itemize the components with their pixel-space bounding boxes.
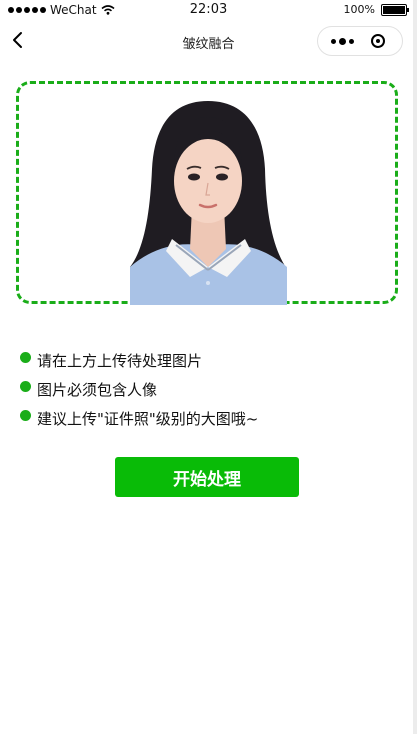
tips-list: 请在上方上传待处理图片 图片必须包含人像 建议上传"证件照"级别的大图哦~ — [20, 346, 258, 433]
start-processing-button[interactable]: 开始处理 — [115, 457, 299, 497]
image-upload-area[interactable] — [16, 81, 398, 305]
menu-capsule — [317, 26, 403, 56]
tip-text: 建议上传"证件照"级别的大图哦~ — [37, 410, 259, 428]
bullet-dot-icon — [20, 352, 31, 363]
more-icon[interactable] — [326, 26, 358, 56]
battery-percent: 100% — [343, 3, 375, 16]
tip-item: 建议上传"证件照"级别的大图哦~ — [20, 404, 258, 433]
nav-bar: 皱纹融合 — [0, 22, 417, 62]
tip-item: 请在上方上传待处理图片 — [20, 346, 258, 375]
tip-item: 图片必须包含人像 — [20, 375, 258, 404]
battery-icon — [381, 3, 409, 16]
close-miniprogram-icon[interactable] — [362, 26, 394, 56]
status-bar: WeChat 22:03 100% — [0, 0, 417, 20]
battery-status: 100% — [343, 3, 409, 16]
scrollbar[interactable] — [413, 0, 417, 734]
bullet-dot-icon — [20, 381, 31, 392]
bullet-dot-icon — [20, 410, 31, 421]
tip-text: 图片必须包含人像 — [37, 381, 158, 399]
tip-text: 请在上方上传待处理图片 — [37, 352, 203, 370]
portrait-photo — [130, 99, 287, 305]
